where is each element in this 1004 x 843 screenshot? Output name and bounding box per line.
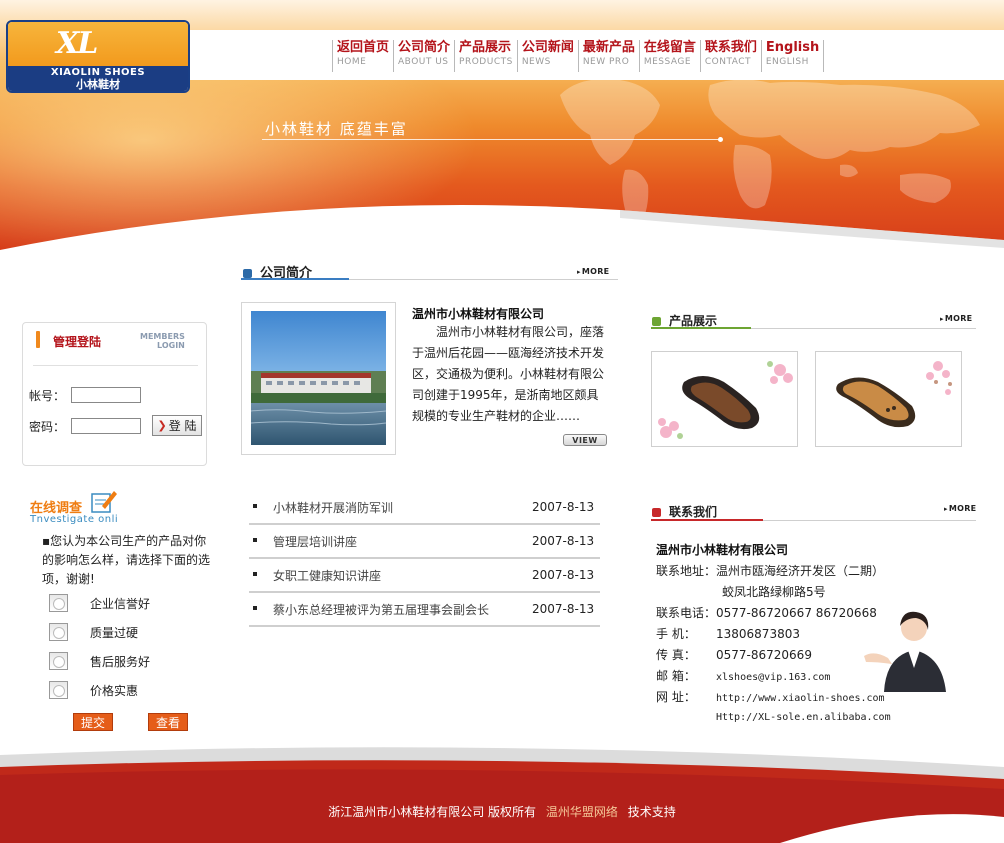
news-date: 2007-8-13 bbox=[532, 534, 595, 548]
about-company-name: 温州市小林鞋材有限公司 bbox=[412, 307, 545, 321]
radio-button[interactable] bbox=[49, 681, 68, 699]
login-divider bbox=[33, 365, 198, 366]
login-subtitle: MEMBERS LOGIN bbox=[140, 332, 185, 350]
survey-option-2[interactable]: 质量过硬 bbox=[49, 622, 138, 642]
insole-black-image bbox=[658, 361, 793, 439]
email-link[interactable]: xlshoes@vip.163.com bbox=[716, 672, 830, 683]
customer-service-avatar bbox=[864, 611, 946, 692]
news-date: 2007-8-13 bbox=[532, 568, 595, 582]
password-label: 密码： bbox=[29, 420, 66, 434]
contact-website: 网 址： http://www.xiaolin-shoes.com bbox=[656, 690, 885, 704]
logo-chinese-name: 小林鞋材 bbox=[76, 78, 120, 91]
section-bullet-icon bbox=[652, 317, 661, 326]
account-input[interactable] bbox=[71, 387, 141, 403]
login-panel: 管理登陆 MEMBERS LOGIN 帐号： 密码： ❯ 登 陆 bbox=[22, 322, 207, 466]
survey-question: ▪您认为本公司生产的产品对你的影响怎么样，请选择下面的选项，谢谢! bbox=[42, 534, 211, 586]
arrow-right-icon: ❯ bbox=[157, 419, 167, 432]
login-accent-bar bbox=[36, 331, 40, 348]
list-item[interactable]: 小林鞋材开展消防军训 2007-8-13 bbox=[249, 491, 600, 525]
contact-phone: 联系电话：0577-86720667 86720668 bbox=[656, 606, 877, 620]
radio-button[interactable] bbox=[49, 594, 68, 612]
news-list: 小林鞋材开展消防军训 2007-8-13 管理层培训讲座 2007-8-13 女… bbox=[249, 491, 600, 627]
survey-view-button[interactable]: 查看 bbox=[148, 713, 188, 731]
survey-subtitle: Tnvestigate onli bbox=[30, 514, 119, 525]
partner-link[interactable]: 温州华盟网络 bbox=[546, 805, 618, 819]
section-bullet-icon bbox=[652, 508, 661, 517]
insole-tan-image bbox=[836, 361, 952, 428]
contact-address: 联系地址：温州市瓯海经济开发区（二期） bbox=[656, 564, 885, 578]
banner-slogan: 小林鞋材 底蕴丰富 bbox=[265, 120, 408, 138]
survey-option-3[interactable]: 售后服务好 bbox=[49, 651, 150, 671]
main-nav: 返回首页 HOME 公司简介 ABOUT US 产品展示 PRODUCTS 公司… bbox=[332, 40, 825, 72]
nav-home[interactable]: 返回首页 HOME bbox=[332, 40, 393, 72]
about-view-button[interactable]: VIEW bbox=[563, 434, 607, 446]
company-building-photo bbox=[251, 311, 386, 445]
login-title: 管理登陆 bbox=[53, 335, 102, 349]
news-date: 2007-8-13 bbox=[532, 602, 595, 616]
company-photo-frame bbox=[241, 302, 396, 455]
products-more-link[interactable]: MORE bbox=[940, 314, 972, 323]
contact-more-link[interactable]: MORE bbox=[944, 504, 976, 513]
news-title[interactable]: 蔡小东总经理被评为第五届理事会副会长 bbox=[273, 601, 489, 618]
login-button[interactable]: ❯ 登 陆 bbox=[152, 415, 202, 436]
nav-new-products[interactable]: 最新产品 NEW PRO bbox=[577, 40, 639, 72]
slogan-dot bbox=[718, 137, 723, 142]
list-item[interactable]: 女职工健康知识讲座 2007-8-13 bbox=[249, 559, 600, 593]
nav-english[interactable]: English ENGLISH bbox=[760, 40, 825, 72]
contact-fax: 传 真： 0577-86720669 bbox=[656, 648, 812, 662]
nav-news[interactable]: 公司新闻 NEWS bbox=[516, 40, 578, 72]
footer-wave bbox=[0, 747, 1004, 843]
about-more-link[interactable]: MORE bbox=[577, 267, 609, 276]
logo-mark: XL bbox=[56, 26, 98, 61]
nav-about-us[interactable]: 公司简介 ABOUT US bbox=[393, 40, 454, 72]
contact-heading: 联系我们 bbox=[652, 503, 717, 520]
footer-copyright: 浙江温州市小林鞋材有限公司 版权所有 温州华盟网络 技术支持 bbox=[328, 805, 676, 819]
radio-button[interactable] bbox=[49, 652, 68, 670]
radio-button[interactable] bbox=[49, 623, 68, 641]
news-title[interactable]: 小林鞋材开展消防军训 bbox=[273, 499, 393, 516]
about-description: 温州市小林鞋材有限公司，座落于温州后花园——瓯海经济技术开发区，交通极为便利。小… bbox=[412, 325, 605, 423]
contact-company-name: 温州市小林鞋材有限公司 bbox=[656, 543, 789, 557]
nav-contact[interactable]: 联系我们 CONTACT bbox=[699, 40, 761, 72]
list-item[interactable]: 管理层培训讲座 2007-8-13 bbox=[249, 525, 600, 559]
list-item[interactable]: 蔡小东总经理被评为第五届理事会副会长 2007-8-13 bbox=[249, 593, 600, 627]
product-thumbnail[interactable] bbox=[651, 351, 798, 447]
contact-website-2: Http://XL-sole.en.alibaba.com bbox=[716, 709, 891, 723]
contact-mobile: 手 机： 13806873803 bbox=[656, 627, 800, 641]
news-title[interactable]: 女职工健康知识讲座 bbox=[273, 567, 381, 584]
news-date: 2007-8-13 bbox=[532, 500, 595, 514]
survey-pencil-icon bbox=[91, 491, 117, 513]
survey-submit-button[interactable]: 提交 bbox=[73, 713, 113, 731]
contact-email: 邮 箱： xlshoes@vip.163.com bbox=[656, 669, 831, 683]
slogan-underline bbox=[262, 139, 722, 140]
top-nav-bar: 返回首页 HOME 公司简介 ABOUT US 产品展示 PRODUCTS 公司… bbox=[190, 30, 1004, 80]
survey-option-4[interactable]: 价格实惠 bbox=[49, 680, 138, 700]
contact-address-line2: 蛟凤北路绿柳路5号 bbox=[722, 585, 826, 599]
website-link[interactable]: http://www.xiaolin-shoes.com bbox=[716, 693, 885, 704]
section-bullet-icon bbox=[243, 269, 252, 278]
survey-option-1[interactable]: 企业信誉好 bbox=[49, 593, 150, 613]
account-label: 帐号： bbox=[29, 389, 66, 403]
alibaba-link[interactable]: Http://XL-sole.en.alibaba.com bbox=[716, 712, 891, 723]
nav-message[interactable]: 在线留言 MESSAGE bbox=[638, 40, 700, 72]
product-thumbnail[interactable] bbox=[815, 351, 962, 447]
company-logo[interactable]: XL XIAOLIN SHOES 小林鞋材 bbox=[6, 20, 190, 93]
password-input[interactable] bbox=[71, 418, 141, 434]
news-title[interactable]: 管理层培训讲座 bbox=[273, 533, 357, 550]
nav-products[interactable]: 产品展示 PRODUCTS bbox=[454, 40, 517, 72]
